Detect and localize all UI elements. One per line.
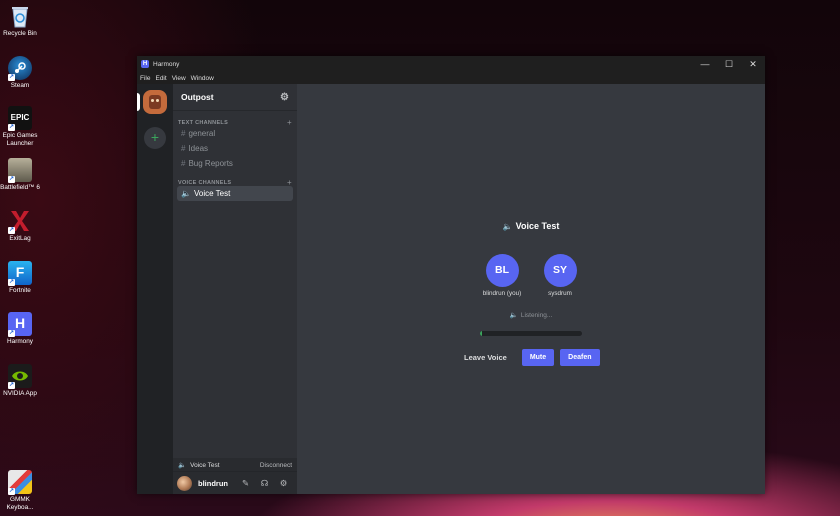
voice-channel-voice-test[interactable]: 🔈 Voice Test — [177, 186, 293, 201]
epic-games-icon: EPIC ↗ — [8, 106, 32, 131]
voice-level-fill — [480, 331, 483, 336]
recycle-bin-icon — [8, 4, 32, 28]
desktop-icon-label: Fortnite — [9, 287, 31, 294]
menu-file[interactable]: File — [140, 75, 150, 82]
add-server-button[interactable]: + — [144, 127, 166, 149]
microphone-icon[interactable]: ✎ — [236, 478, 255, 489]
add-text-channel-button[interactable]: + — [287, 119, 292, 127]
menu-edit[interactable]: Edit — [155, 75, 166, 82]
minimize-button[interactable]: — — [693, 59, 717, 70]
speaker-icon: 🔈 — [178, 462, 187, 469]
active-server-indicator — [137, 93, 140, 111]
desktop-icon-nvidia[interactable]: ↗ NVIDIA App — [0, 364, 40, 398]
server-icon-outpost[interactable] — [143, 90, 167, 114]
menu-view[interactable]: View — [172, 75, 186, 82]
connected-channel-name: Voice Test — [190, 461, 220, 469]
hash-icon: # — [181, 144, 186, 153]
desktop-icon-label: Steam — [10, 82, 30, 89]
participant-avatar: SY — [543, 254, 577, 287]
harmony-logo-text: H — [14, 315, 26, 332]
disconnect-button[interactable]: Disconnect — [260, 462, 292, 469]
desktop-icon-gmmk[interactable]: ↗ GMMK Keyboa... — [0, 470, 40, 511]
speaker-icon: 🔈 — [509, 312, 518, 319]
user-settings-gear-icon[interactable]: ⚙ — [274, 478, 293, 489]
desktop-icon-battlefield[interactable]: ↗ Battlefield™ 6 — [0, 158, 40, 192]
harmony-icon: H ↗ — [8, 312, 32, 337]
window-title: Harmony — [153, 60, 180, 68]
speaker-icon: 🔈 — [181, 189, 191, 198]
listening-status: 🔈 Listening... — [297, 311, 765, 319]
channel-label: Voice Test — [193, 189, 231, 198]
harmony-window: H Harmony — ☐ ✕ File Edit View Window + … — [137, 56, 765, 494]
fortnite-logo-text: F — [15, 264, 25, 281]
deafen-button[interactable]: Deafen — [560, 349, 600, 366]
add-voice-channel-button[interactable]: + — [287, 179, 292, 187]
channel-label: Bug Reports — [188, 159, 233, 168]
guild-name: Outpost — [181, 92, 214, 102]
hash-icon: # — [181, 159, 186, 168]
exitlag-icon: ↗ — [8, 209, 32, 234]
voice-title-text: Voice Test — [515, 221, 560, 231]
menu-window[interactable]: Window — [191, 75, 214, 82]
leave-voice-button[interactable]: Leave Voice — [464, 353, 507, 362]
desktop-icon-exitlag[interactable]: ↗ ExitLag — [0, 209, 40, 243]
desktop-icon-label: NVIDIA App — [3, 390, 37, 397]
participant-tile[interactable]: SY sysdrum — [535, 254, 585, 297]
guild-header[interactable]: Outpost ⚙ — [173, 84, 297, 111]
gmmk-icon: ↗ — [8, 470, 32, 495]
mute-button[interactable]: Mute — [521, 349, 555, 366]
participant-tile[interactable]: BL blindrun (you) — [477, 254, 527, 297]
close-button[interactable]: ✕ — [741, 59, 765, 70]
channel-ideas[interactable]: # Ideas — [177, 141, 293, 156]
voice-controls: Leave Voice Mute Deafen — [464, 349, 606, 366]
title-bar[interactable]: H Harmony — ☐ ✕ — [137, 56, 765, 72]
participant-avatar: BL — [485, 254, 519, 287]
battlefield-icon: ↗ — [8, 158, 32, 183]
listening-text: Listening... — [520, 312, 553, 319]
desktop-icon-steam[interactable]: ↗ Steam — [0, 56, 40, 90]
category-label: TEXT CHANNELS — [178, 120, 229, 126]
desktop-icon-label: Epic Games Launcher — [2, 132, 38, 147]
voice-connection-panel: 🔈 Voice Test Disconnect — [173, 458, 297, 472]
channel-bug-reports[interactable]: # Bug Reports — [177, 156, 293, 171]
hash-icon: # — [181, 129, 186, 138]
channel-label: Ideas — [188, 144, 209, 153]
desktop-icon-harmony[interactable]: H ↗ Harmony — [0, 312, 40, 346]
voice-level-meter — [480, 331, 582, 336]
channel-sidebar: Outpost ⚙ TEXT CHANNELS + # general # Idea… — [173, 84, 297, 494]
fortnite-icon: F ↗ — [8, 261, 32, 286]
channel-general[interactable]: # general — [177, 126, 293, 141]
voice-view-title: 🔈 Voice Test — [297, 221, 765, 231]
desktop-icon-fortnite[interactable]: F ↗ Fortnite — [0, 261, 40, 295]
speaker-icon: 🔈 — [502, 222, 513, 231]
desktop-icon-label: Battlefield™ 6 — [0, 184, 40, 191]
server-rail: + — [137, 84, 173, 494]
desktop-icon-label: ExitLag — [9, 235, 31, 242]
headphones-icon[interactable]: ☊ — [255, 478, 274, 489]
participant-name: sysdrum — [548, 290, 572, 297]
desktop-icon-epic-games[interactable]: EPIC ↗ Epic Games Launcher — [0, 106, 40, 147]
app-icon: H — [141, 60, 149, 68]
desktop-icon-label: Recycle Bin — [3, 30, 37, 37]
desktop-icon-label: GMMK Keyboa... — [6, 496, 34, 511]
desktop-icon-label: Harmony — [7, 338, 33, 345]
epic-games-logo-text: EPIC — [10, 113, 30, 123]
desktop-icon-recycle-bin[interactable]: Recycle Bin — [0, 4, 40, 38]
username: blindrun — [198, 478, 228, 488]
nvidia-icon: ↗ — [8, 364, 32, 389]
steam-icon: ↗ — [8, 56, 32, 81]
guild-settings-gear-icon[interactable]: ⚙ — [280, 92, 289, 103]
category-label: VOICE CHANNELS — [178, 180, 232, 186]
participant-name: blindrun (you) — [482, 290, 522, 297]
menu-bar: File Edit View Window — [137, 72, 765, 84]
voice-view: 🔈 Voice Test BL blindrun (you) SY sysdrum… — [297, 84, 765, 494]
user-panel: blindrun ✎ ☊ ⚙ — [173, 471, 297, 494]
maximize-button[interactable]: ☐ — [717, 59, 741, 70]
avatar[interactable] — [177, 475, 192, 491]
channel-label: general — [188, 129, 216, 138]
